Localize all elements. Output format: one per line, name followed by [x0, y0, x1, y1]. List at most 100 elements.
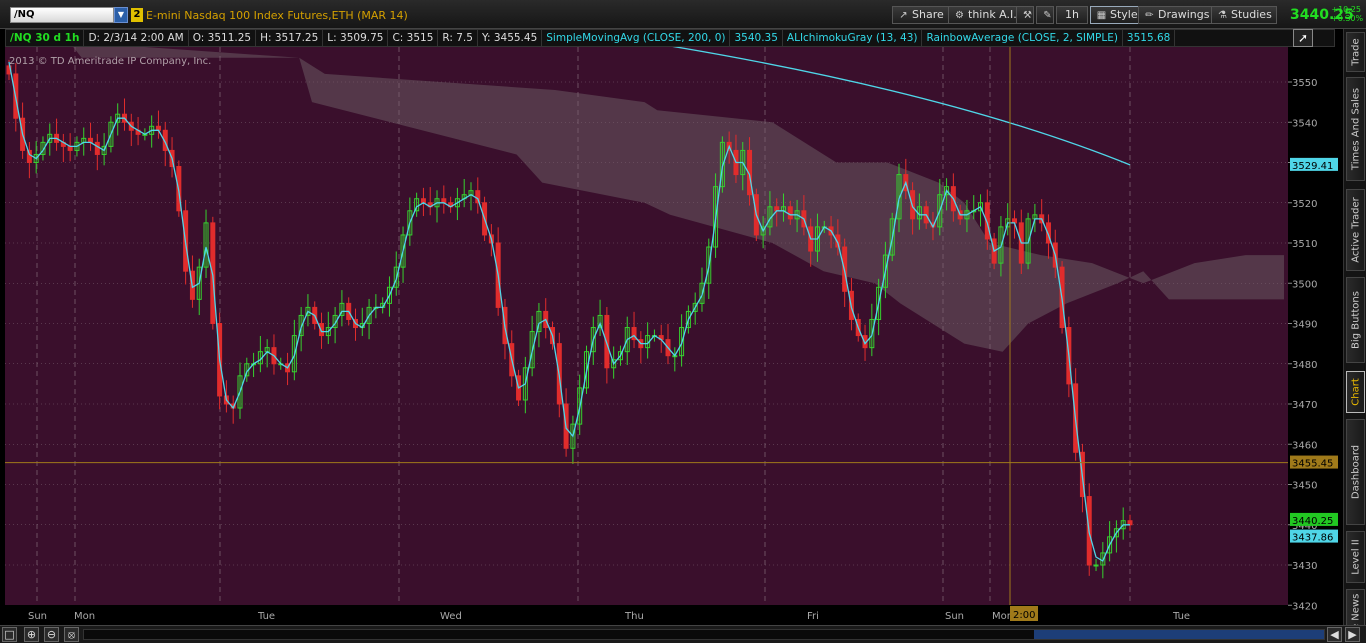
- price-tick-label: 3470: [1292, 400, 1317, 411]
- price-tick-label: 3420: [1292, 601, 1317, 612]
- studies-label: Studies: [1231, 8, 1272, 21]
- net-change: +10.25 +0.30%: [1331, 5, 1364, 23]
- price-tick-label: 3550: [1292, 78, 1317, 89]
- price-tick-label: 3520: [1292, 199, 1317, 210]
- sma-study-label[interactable]: SimpleMovingAvg (CLOSE, 200, 0): [542, 30, 731, 46]
- price-tick-label: 3460: [1292, 440, 1317, 451]
- time-axis-label: Fri: [807, 611, 819, 622]
- tab-dashboard[interactable]: Dashboard: [1346, 419, 1365, 525]
- time-axis-label: Mon: [992, 611, 1013, 622]
- candle-body: [441, 198, 447, 204]
- tab-trade[interactable]: Trade: [1346, 32, 1365, 72]
- pct-change-value: +0.30%: [1331, 14, 1364, 23]
- pencil-icon: ✏: [1145, 10, 1154, 21]
- tab-times-and-sales[interactable]: Times And Sales: [1346, 77, 1365, 181]
- time-axis-label: Sun: [945, 611, 964, 622]
- cursor-y: Y: 3455.45: [478, 30, 543, 46]
- bar-high: H: 3517.25: [256, 30, 324, 46]
- tool-button[interactable]: ⚒: [1016, 6, 1034, 24]
- copyright-text: 2013 © TD Ameritrade IP Company, Inc.: [9, 56, 211, 67]
- sma200-price-badge-text: 3529.41: [1292, 161, 1333, 172]
- price-chart[interactable]: 3420343034403450346034703480349035003510…: [0, 47, 1345, 625]
- flask-icon: ⚗: [1218, 10, 1227, 21]
- ichimoku-study-label[interactable]: ALIchimokuGray (13, 43): [783, 30, 923, 46]
- tab-label: Chart: [1350, 378, 1361, 406]
- time-axis-label: Thu: [624, 611, 644, 622]
- candle-body: [1093, 564, 1099, 567]
- expand-button[interactable]: □: [2, 627, 17, 642]
- time-axis-label: Tue: [257, 611, 275, 622]
- studies-button[interactable]: ⚗ Studies: [1211, 6, 1277, 24]
- time-axis-label: Wed: [440, 611, 462, 622]
- bar-range: R: 7.5: [438, 30, 478, 46]
- scroll-right-icon[interactable]: ▶: [1345, 627, 1360, 642]
- net-change-value: +10.25: [1331, 5, 1361, 14]
- price-tick-label: 3480: [1292, 360, 1317, 371]
- tab-label: Trade: [1350, 38, 1361, 66]
- candle-body: [787, 206, 793, 220]
- drawings-button[interactable]: ✏ Drawings: [1138, 6, 1215, 24]
- top-toolbar: /NQ ▼ 2 E-mini Nasdaq 100 Index Futures,…: [0, 0, 1366, 29]
- symbol-dropdown-button[interactable]: ▼: [114, 7, 128, 23]
- drawing-tool-icon[interactable]: ➚: [1293, 29, 1313, 47]
- cursor-price-badge-text: 3455.45: [1292, 459, 1333, 470]
- bar-open: O: 3511.25: [189, 30, 257, 46]
- rainbow-study-label[interactable]: RainbowAverage (CLOSE, 2, SIMPLE): [922, 30, 1123, 46]
- bottom-bar: □ ⊕ ⊖ ⦻ ◀ ▶: [0, 625, 1366, 643]
- tab-label: Big Buttons: [1350, 291, 1361, 349]
- price-tick-label: 3450: [1292, 481, 1317, 492]
- ma-price-badge-text: 3437.86: [1292, 533, 1333, 544]
- style-icon: ▦: [1096, 10, 1107, 21]
- timeframe-label: 1h: [1065, 8, 1079, 21]
- tab-active-trader[interactable]: Active Trader: [1346, 189, 1365, 271]
- price-tick-label: 3430: [1292, 561, 1317, 572]
- time-axis-label: Sun: [28, 611, 47, 622]
- bar-low: L: 3509.75: [323, 30, 389, 46]
- chart-window: /NQ ▼ 2 E-mini Nasdaq 100 Index Futures,…: [0, 0, 1366, 643]
- settings-icon: ✎: [1043, 10, 1052, 21]
- time-axis-background: [0, 605, 1288, 625]
- right-side-panel: Trade Times And Sales Active Trader Big But…: [1343, 29, 1366, 643]
- settings-button[interactable]: ✎: [1036, 6, 1054, 24]
- candle-body: [1127, 520, 1133, 526]
- price-tick-label: 3490: [1292, 320, 1317, 331]
- symbol-input[interactable]: /NQ: [10, 7, 114, 23]
- rainbow-study-value: 3515.68: [1123, 30, 1176, 46]
- style-button[interactable]: ▦ Style: [1090, 6, 1143, 24]
- time-axis-label: Mon: [74, 611, 95, 622]
- think-ai-button[interactable]: ⚙ think A.I.: [948, 6, 1022, 24]
- tab-label: Dashboard: [1350, 444, 1361, 500]
- scrollbar-thumb[interactable]: [1034, 630, 1324, 639]
- gear-icon: ⚙: [955, 10, 964, 21]
- time-axis-label: Tue: [1172, 611, 1190, 622]
- price-tick-label: 3500: [1292, 279, 1317, 290]
- chart-info-bar: /NQ 30 d 1h D: 2/3/14 2:00 AM O: 3511.25…: [5, 29, 1335, 47]
- zoom-in-icon[interactable]: ⊕: [24, 627, 39, 642]
- tab-big-buttons[interactable]: Big Buttons: [1346, 277, 1365, 363]
- zoom-reset-icon[interactable]: ⦻: [64, 627, 79, 642]
- tab-chart[interactable]: Chart: [1346, 371, 1365, 413]
- think-label: think A.I.: [968, 8, 1017, 21]
- tab-label: Times And Sales: [1350, 87, 1361, 171]
- drawings-label: Drawings: [1158, 8, 1210, 21]
- sma-study-value: 3540.35: [730, 30, 783, 46]
- tab-level-ii[interactable]: Level II: [1346, 531, 1365, 583]
- cursor-time-label: 2:00: [1013, 610, 1035, 621]
- share-button[interactable]: ↗ Share: [892, 6, 949, 24]
- share-icon: ↗: [899, 10, 908, 21]
- tab-label: Active Trader: [1350, 197, 1361, 263]
- style-label: Style: [1110, 8, 1138, 21]
- candle-body: [94, 141, 100, 155]
- bar-date: D: 2/3/14 2:00 AM: [84, 30, 189, 46]
- link-group-badge[interactable]: 2: [131, 8, 143, 22]
- symbol-description: E-mini Nasdaq 100 Index Futures,ETH (MAR…: [146, 9, 408, 22]
- chart-scrollbar[interactable]: [83, 629, 1325, 640]
- zoom-out-icon[interactable]: ⊖: [44, 627, 59, 642]
- scroll-left-icon[interactable]: ◀: [1327, 627, 1342, 642]
- last-price-badge-text: 3440.25: [1292, 516, 1333, 527]
- bar-close: C: 3515: [388, 30, 439, 46]
- symbol-period[interactable]: /NQ 30 d 1h: [6, 30, 85, 46]
- tab-label: Level II: [1350, 539, 1361, 575]
- timeframe-button[interactable]: 1h: [1056, 6, 1088, 24]
- wrench-icon: ⚒: [1023, 10, 1032, 21]
